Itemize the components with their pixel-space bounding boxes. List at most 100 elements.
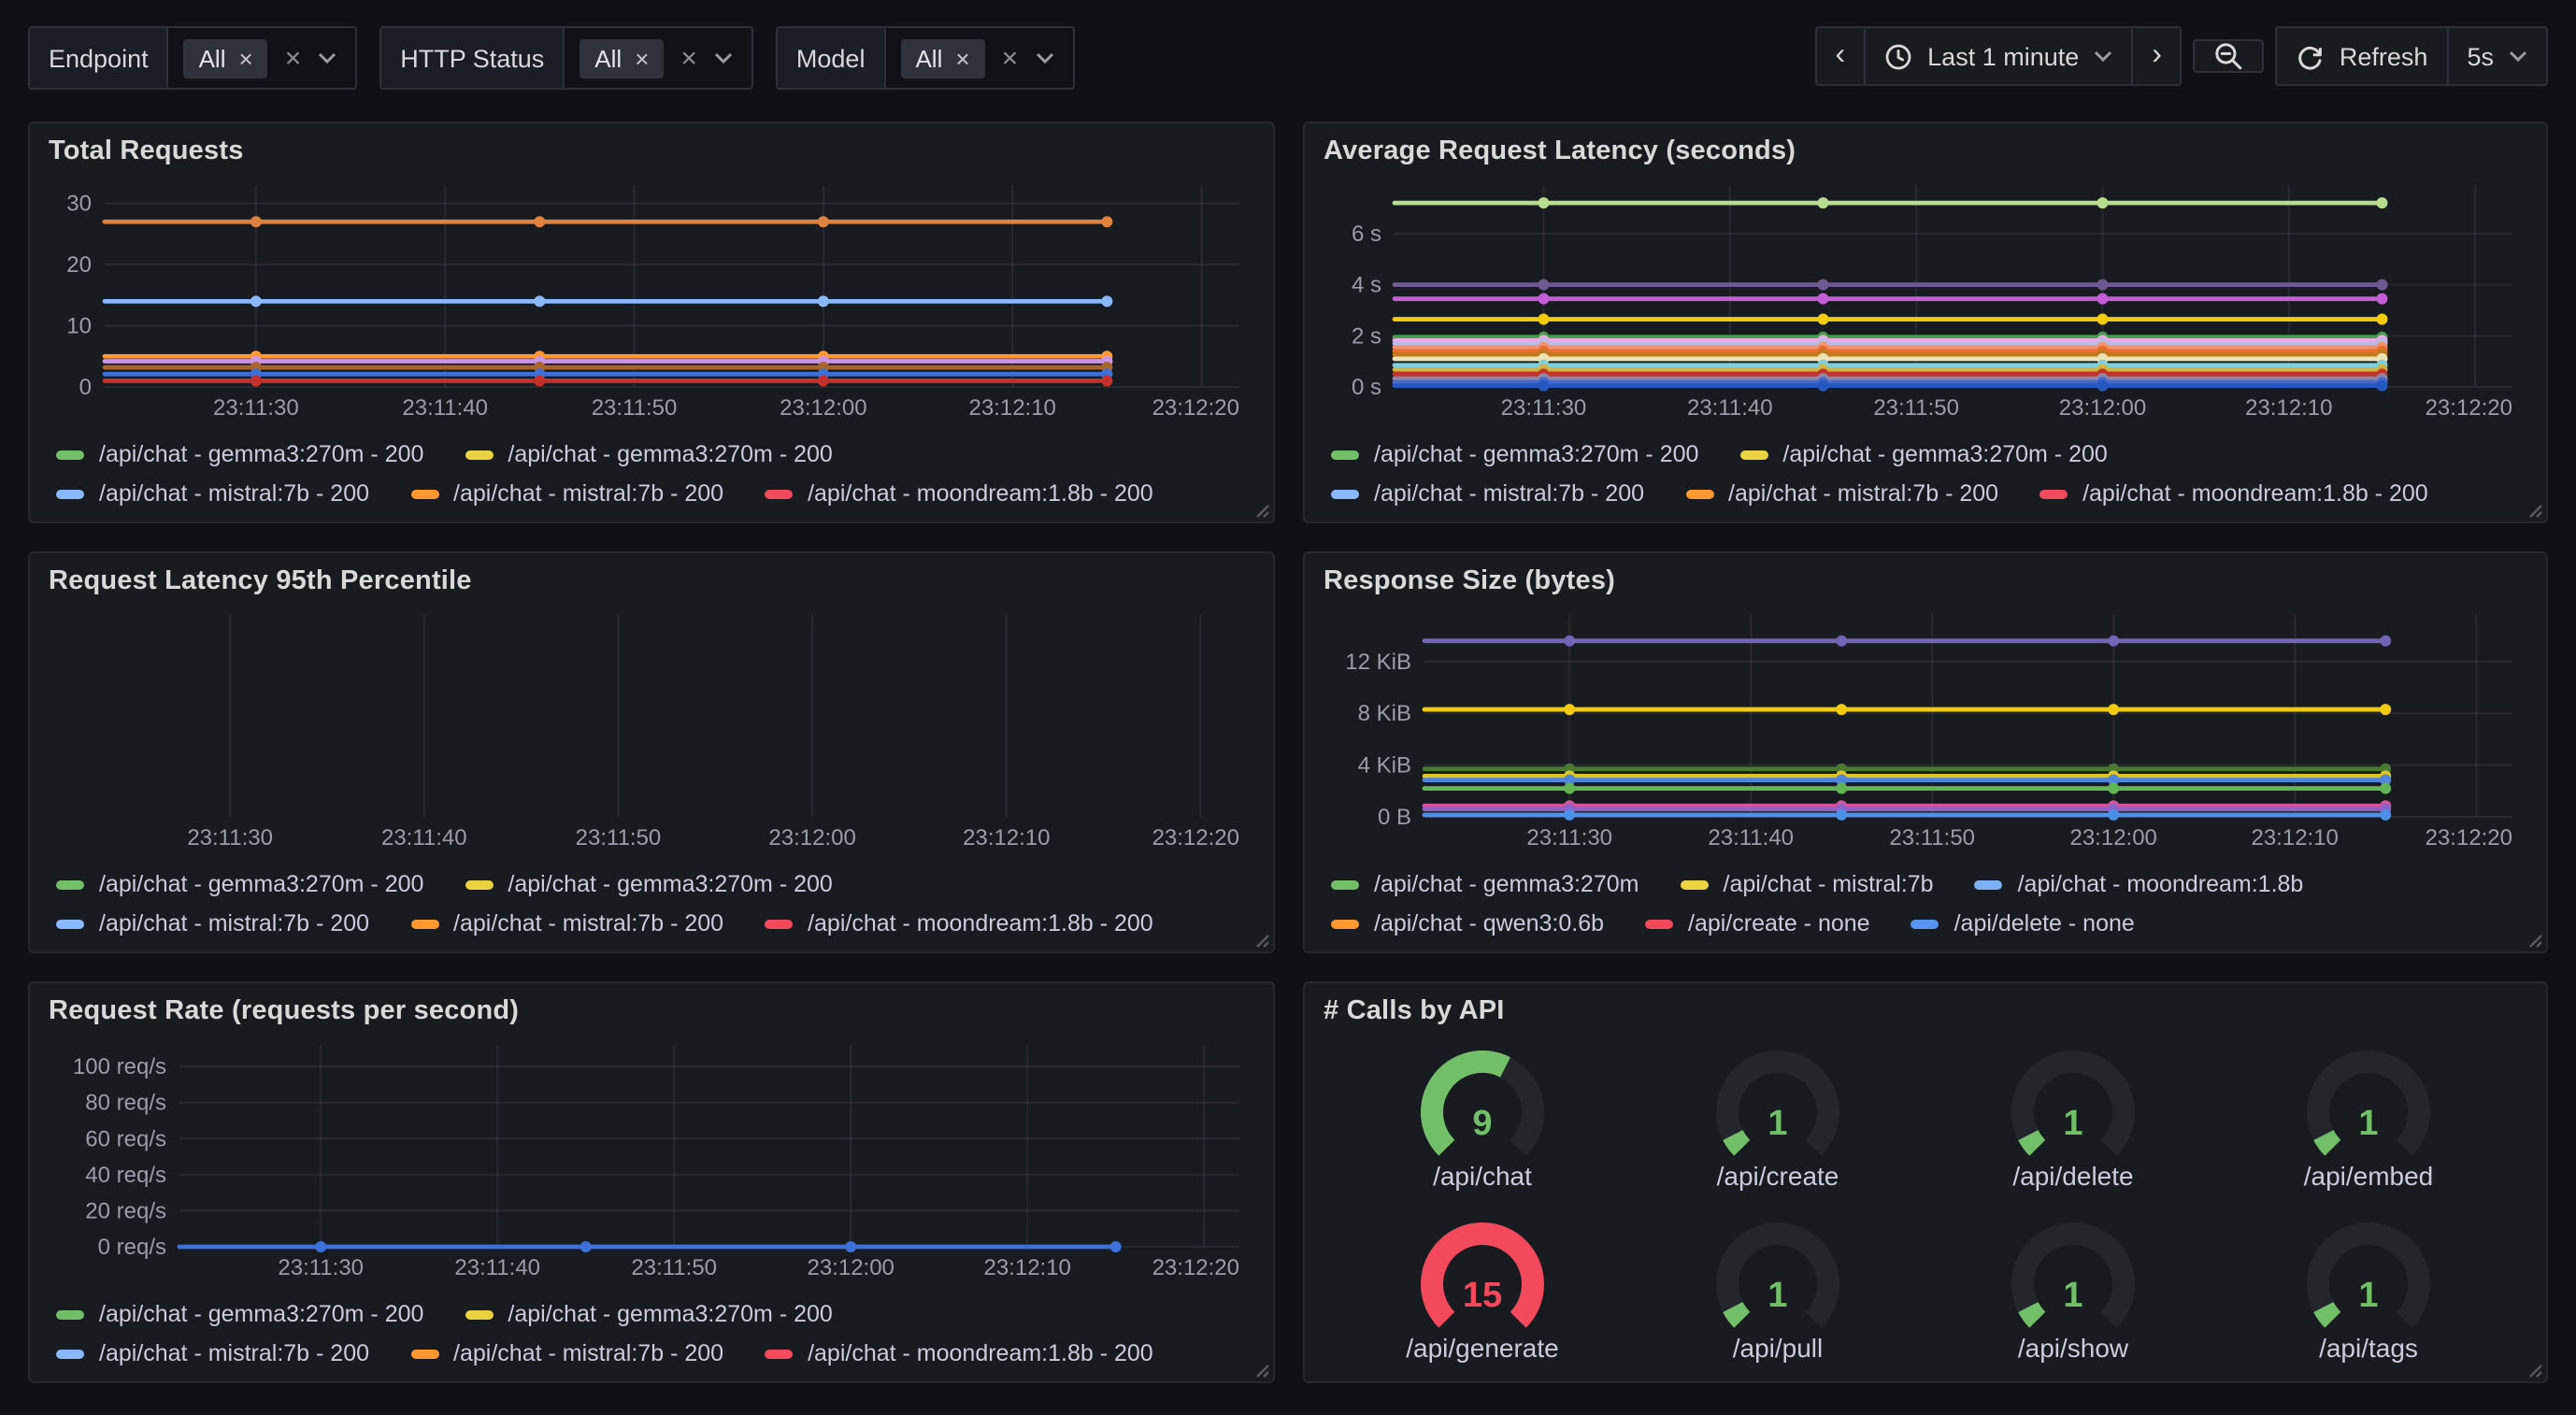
legend-item[interactable]: /api/chat - gemma3:270m - 200 (1739, 441, 2107, 467)
gauge-label: /api/create (1717, 1161, 1839, 1191)
panel-chart: 010203023:11:3023:11:4023:11:5023:12:002… (49, 170, 1254, 424)
gauge: 9 /api/chat (1335, 1049, 1630, 1198)
legend-item[interactable]: /api/chat - moondream:1.8b - 200 (765, 910, 1153, 936)
legend-item-label: /api/chat - gemma3:270m - 200 (1374, 441, 1698, 467)
legend-item[interactable]: /api/chat - mistral:7b - 200 (1331, 480, 1644, 507)
legend-item[interactable]: /api/chat - gemma3:270m - 200 (465, 1301, 832, 1327)
legend-item[interactable]: /api/delete - none (1911, 910, 2135, 936)
gauge-value: 9 (1335, 1105, 1630, 1146)
chevron-down-icon[interactable] (1035, 52, 1053, 64)
refresh-icon (2297, 42, 2325, 70)
filter-clear-icon[interactable]: × (1002, 42, 1019, 74)
legend-item[interactable]: /api/chat - moondream:1.8b - 200 (765, 480, 1153, 507)
legend-item[interactable]: /api/chat - mistral:7b - 200 (56, 910, 369, 936)
panel-resize-handle[interactable] (2524, 929, 2542, 948)
legend-item[interactable]: /api/chat - moondream:1.8b - 200 (2039, 480, 2428, 507)
legend-row: /api/chat - mistral:7b - 200 /api/chat -… (56, 910, 1254, 936)
legend-item[interactable]: /api/chat - gemma3:270m - 200 (1331, 441, 1698, 467)
legend-item[interactable]: /api/chat - mistral:7b - 200 (1685, 480, 1998, 507)
panel-title[interactable]: Request Latency 95th Percentile (49, 566, 1254, 596)
chevron-left-icon: ‹ (1836, 41, 1846, 71)
panel-resize-handle[interactable] (1251, 499, 1269, 518)
legend-item[interactable]: /api/chat - moondream:1.8b (1975, 871, 2304, 897)
svg-text:0 req/s: 0 req/s (98, 1235, 166, 1260)
filter-chip[interactable]: All × (580, 38, 664, 78)
gauge: 1 /api/create (1630, 1049, 1925, 1198)
panel-title[interactable]: Request Rate (requests per second) (49, 996, 1254, 1026)
filter-value[interactable]: All × × (885, 28, 1072, 88)
refresh-interval-button[interactable]: 5s (2446, 26, 2548, 86)
filter-clear-icon[interactable]: × (285, 42, 302, 74)
legend-item[interactable]: /api/chat - mistral:7b - 200 (410, 1340, 723, 1366)
legend-item[interactable]: /api/chat - gemma3:270m - 200 (465, 441, 832, 467)
legend-item[interactable]: /api/chat - gemma3:270m - 200 (56, 441, 423, 467)
legend-item[interactable]: /api/chat - gemma3:270m - 200 (56, 871, 423, 897)
legend-item[interactable]: /api/chat - mistral:7b (1681, 871, 1934, 897)
legend-item[interactable]: /api/chat - mistral:7b - 200 (410, 910, 723, 936)
panel-title[interactable]: Response Size (bytes) (1324, 566, 2527, 596)
svg-text:2 s: 2 s (1352, 323, 1381, 349)
svg-text:23:11:40: 23:11:40 (381, 825, 467, 850)
svg-text:23:12:20: 23:12:20 (2426, 825, 2512, 850)
panel-resize-handle[interactable] (1251, 929, 1269, 948)
legend-item[interactable]: /api/chat - mistral:7b - 200 (410, 480, 723, 507)
svg-text:0 s: 0 s (1352, 375, 1381, 400)
gauge-value: 1 (1630, 1277, 1925, 1318)
panel-response-size: Response Size (bytes) 0 B4 KiB8 KiB12 Ki… (1303, 551, 2548, 953)
refresh-button[interactable]: Refresh (2276, 26, 2449, 86)
panel-title[interactable]: Total Requests (49, 136, 1254, 166)
time-forward-button[interactable]: › (2131, 26, 2182, 86)
svg-text:23:12:20: 23:12:20 (2426, 395, 2512, 421)
legend-color-chip (56, 879, 84, 889)
svg-text:23:11:40: 23:11:40 (454, 1255, 540, 1280)
time-range-button[interactable]: Last 1 minute (1864, 26, 2133, 86)
panel-legend: /api/chat - gemma3:270m /api/chat - mist… (1324, 854, 2527, 940)
legend-item[interactable]: /api/chat - moondream:1.8b - 200 (765, 1340, 1153, 1366)
legend-row: /api/chat - mistral:7b - 200 /api/chat -… (1331, 480, 2527, 507)
chip-remove-icon[interactable]: × (239, 42, 253, 74)
filter-endpoint: Endpoint All × × (28, 26, 357, 90)
legend-item[interactable]: /api/chat - gemma3:270m - 200 (56, 1301, 423, 1327)
legend-item[interactable]: /api/create - none (1645, 910, 1870, 936)
panel-resize-handle[interactable] (1251, 1359, 1269, 1378)
svg-text:30: 30 (66, 192, 92, 217)
panel-title[interactable]: # Calls by API (1324, 996, 2527, 1026)
panel-title[interactable]: Average Request Latency (seconds) (1324, 136, 2527, 166)
svg-text:23:12:20: 23:12:20 (1152, 825, 1239, 850)
legend-item[interactable]: /api/chat - qwen3:0.6b (1331, 910, 1604, 936)
legend-color-chip (1975, 879, 2003, 889)
filter-chip[interactable]: All × (900, 38, 984, 78)
gauge-label: /api/tags (2319, 1333, 2418, 1363)
legend-item[interactable]: /api/chat - mistral:7b - 200 (56, 1340, 369, 1366)
chevron-down-icon[interactable] (714, 52, 733, 64)
legend-item[interactable]: /api/chat - gemma3:270m (1331, 871, 1639, 897)
legend-color-chip (1331, 450, 1359, 459)
filter-chip-label: All (594, 42, 622, 74)
chevron-down-icon (2509, 50, 2527, 62)
filter-chip[interactable]: All × (184, 38, 268, 78)
legend-color-chip (410, 489, 438, 498)
filter-label: Endpoint (30, 28, 169, 88)
legend-item[interactable]: /api/chat - mistral:7b - 200 (56, 480, 369, 507)
panel-legend: /api/chat - gemma3:270m - 200 /api/chat … (49, 424, 1254, 510)
svg-text:23:12:10: 23:12:10 (2251, 825, 2338, 850)
legend-item-label: /api/chat - gemma3:270m (1374, 871, 1639, 897)
gauge: 15 /api/generate (1335, 1221, 1630, 1370)
legend-color-chip (1331, 919, 1359, 928)
chevron-down-icon[interactable] (318, 52, 336, 64)
zoom-out-button[interactable] (2194, 39, 2265, 73)
filter-clear-icon[interactable]: × (680, 42, 697, 74)
time-controls: ‹ Last 1 minute › (1815, 26, 2549, 86)
chip-remove-icon[interactable]: × (955, 42, 969, 74)
panel-resize-handle[interactable] (2524, 1359, 2542, 1378)
panel-resize-handle[interactable] (2524, 499, 2542, 518)
legend-item-label: /api/chat - moondream:1.8b - 200 (808, 1340, 1153, 1366)
legend-color-chip (56, 450, 84, 459)
panel-legend: /api/chat - gemma3:270m - 200 /api/chat … (49, 854, 1254, 940)
legend-row: /api/chat - gemma3:270m /api/chat - mist… (1331, 871, 2527, 897)
filter-value[interactable]: All × × (565, 28, 751, 88)
chip-remove-icon[interactable]: × (635, 42, 649, 74)
legend-item[interactable]: /api/chat - gemma3:270m - 200 (465, 871, 832, 897)
time-back-button[interactable]: ‹ (1815, 26, 1867, 86)
filter-value[interactable]: All × × (169, 28, 356, 88)
